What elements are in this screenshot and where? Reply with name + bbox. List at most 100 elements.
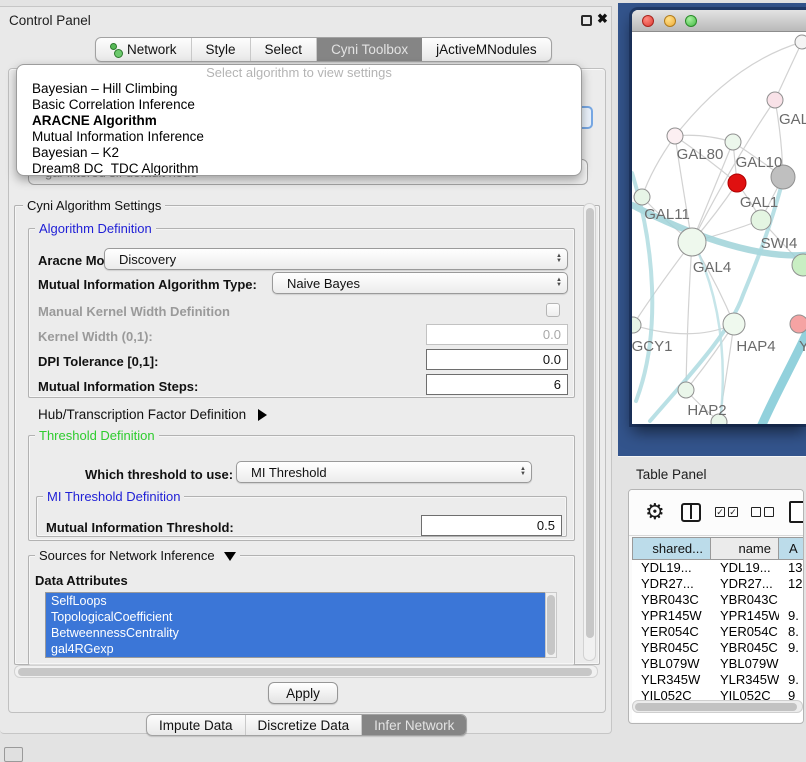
table-toolbar: ⚙ ✓ ✓	[629, 490, 803, 536]
which-threshold-combo[interactable]: MI Threshold ▲▼	[236, 461, 532, 483]
node-gal-cut[interactable]	[767, 92, 783, 108]
float-panel-icon[interactable]	[581, 15, 592, 26]
tab-cyni-toolbox[interactable]: Cyni Toolbox	[317, 38, 422, 61]
apply-button[interactable]: Apply	[268, 682, 338, 704]
node-selected-red[interactable]	[728, 174, 746, 192]
threshold-definition-title: Threshold Definition	[35, 428, 159, 443]
gear-icon[interactable]: ⚙	[645, 499, 665, 525]
popup-item-mutual-information[interactable]: Mutual Information Inference	[17, 129, 581, 145]
table-horizontal-scrollbar[interactable]	[632, 700, 803, 713]
attributes-scrollbar-thumb[interactable]	[547, 595, 555, 655]
node-gal10[interactable]	[725, 134, 741, 150]
tab-cyni-toolbox-label: Cyni Toolbox	[331, 42, 408, 57]
mi-type-value: Naive Bayes	[287, 276, 360, 291]
unchecked-checkboxes-icon[interactable]	[751, 507, 774, 517]
settings-vscrollbar-thumb[interactable]	[586, 208, 594, 638]
table-row[interactable]: YPR145W YPR145W 9.	[632, 608, 804, 624]
popup-item-basic-correlation[interactable]: Basic Correlation Inference	[17, 97, 581, 113]
list-item-selfloops[interactable]: SelfLoops	[46, 593, 556, 609]
tab-impute-data[interactable]: Impute Data	[147, 715, 246, 735]
tab-discretize-data-label: Discretize Data	[258, 718, 350, 733]
node-hap4[interactable]	[723, 313, 745, 335]
tab-network-label: Network	[127, 42, 177, 57]
table-row[interactable]: YBR043C YBR043C	[632, 592, 804, 608]
manual-kernel-checkbox[interactable]	[546, 303, 560, 317]
attributes-list-scrollbar[interactable]	[545, 592, 557, 658]
mi-threshold-label: Mutual Information Threshold:	[46, 520, 234, 535]
label-gal-cut: GAL	[779, 111, 806, 128]
popup-item-bayesian-hill-climbing[interactable]: Bayesian – Hill Climbing	[17, 81, 581, 97]
node-unlabeled-top[interactable]	[795, 35, 806, 49]
file-icon[interactable]	[789, 501, 804, 523]
mi-threshold-field[interactable]	[421, 515, 562, 536]
table-hscrollbar-thumb[interactable]	[635, 703, 797, 711]
hub-definition-expander[interactable]: Hub/Transcription Factor Definition	[38, 407, 267, 422]
tab-style[interactable]: Style	[192, 38, 251, 61]
node-gal80[interactable]	[667, 128, 683, 144]
table-row[interactable]: YBL079W YBL079W	[632, 656, 804, 672]
combo-arrows-icon: ▲▼	[556, 249, 562, 269]
dpi-tolerance-field[interactable]	[426, 349, 568, 370]
popup-item-dream8[interactable]: Dream8 DC_TDC Algorithm	[17, 161, 581, 176]
aracne-mode-combo[interactable]: Discovery ▲▼	[104, 248, 568, 270]
tab-select[interactable]: Select	[251, 38, 318, 61]
list-item-topologicalcoefficient[interactable]: TopologicalCoefficient	[46, 609, 556, 625]
label-hap2: HAP2	[687, 402, 726, 419]
close-traffic-light-icon[interactable]	[642, 15, 654, 27]
list-item-gal4rgexp[interactable]: gal4RGexp	[46, 641, 556, 657]
cell: YPR145W	[711, 608, 779, 624]
table-row[interactable]: YER054C YER054C 8.	[632, 624, 804, 640]
network-nodes[interactable]	[632, 35, 806, 424]
list-item-betweennesscentrality[interactable]: BetweennessCentrality	[46, 625, 556, 641]
label-gal4: GAL4	[693, 259, 731, 276]
node-salmon[interactable]	[790, 315, 806, 333]
cell: 12	[779, 576, 804, 592]
popup-item-aracne[interactable]: ARACNE Algorithm	[17, 113, 581, 129]
settings-vertical-scrollbar[interactable]	[583, 203, 596, 661]
minimize-traffic-light-icon[interactable]	[664, 15, 676, 27]
checked-checkboxes-icon[interactable]: ✓ ✓	[715, 507, 738, 517]
cyni-algorithm-settings-title: Cyni Algorithm Settings	[23, 198, 165, 213]
column-header-shared-name[interactable]: shared...	[632, 537, 711, 560]
table-row[interactable]: YDR27... YDR27... 12	[632, 576, 804, 592]
tab-network[interactable]: Network	[96, 38, 192, 61]
control-panel-tabstrip: Network Style Select Cyni Toolbox jActiv…	[95, 37, 552, 62]
network-view-window: GAL80 GAL10 GAL1 GAL11 SWI4 GAL4 GCY1 HA…	[632, 10, 806, 424]
cell	[779, 592, 804, 608]
popup-item-bayesian-k2[interactable]: Bayesian – K2	[17, 145, 581, 161]
combo-arrows-icon: ▲▼	[556, 273, 562, 293]
node-gal1[interactable]	[751, 210, 771, 230]
table-row[interactable]: YDL19... YDL19... 13	[632, 560, 804, 576]
tab-style-label: Style	[206, 42, 236, 57]
tab-infer-network[interactable]: Infer Network	[362, 715, 466, 735]
tab-jactivemnodules[interactable]: jActiveMNodules	[422, 38, 551, 61]
kernel-width-field[interactable]	[426, 324, 568, 345]
sources-group-title[interactable]: Sources for Network Inference	[35, 548, 240, 563]
node-hap2[interactable]	[678, 382, 694, 398]
sources-title-label: Sources for Network Inference	[39, 548, 215, 563]
close-panel-icon[interactable]: ✖	[597, 11, 608, 27]
settings-hscrollbar-thumb[interactable]	[18, 668, 592, 676]
column-header-name[interactable]: name	[711, 537, 779, 560]
node-gcy1[interactable]	[632, 317, 641, 333]
table-row[interactable]: YBR045C YBR045C 9.	[632, 640, 804, 656]
mi-steps-field[interactable]	[426, 374, 568, 395]
table-row[interactable]: YLR345W YLR345W 9.	[632, 672, 804, 688]
mi-type-combo[interactable]: Naive Bayes ▲▼	[272, 272, 568, 294]
label-y-cut: Y	[799, 338, 806, 355]
tab-discretize-data[interactable]: Discretize Data	[246, 715, 363, 735]
combo-arrows-icon: ▲▼	[520, 462, 526, 482]
node-gal11[interactable]	[634, 189, 650, 205]
network-canvas[interactable]: GAL80 GAL10 GAL1 GAL11 SWI4 GAL4 GCY1 HA…	[632, 33, 806, 424]
network-window-titlebar[interactable]	[632, 10, 806, 32]
column-header-cut[interactable]: A	[779, 537, 804, 560]
label-gal11: GAL11	[644, 206, 690, 223]
settings-horizontal-scrollbar[interactable]	[14, 665, 598, 678]
node-gal4[interactable]	[678, 228, 706, 256]
tab-impute-data-label: Impute Data	[159, 718, 233, 733]
tab-select-label: Select	[265, 42, 303, 57]
checkbox-checked-glyph: ✓	[728, 507, 738, 517]
docked-panel-icon[interactable]	[4, 747, 23, 762]
zoom-traffic-light-icon[interactable]	[685, 15, 697, 27]
split-columns-icon[interactable]	[681, 503, 701, 522]
